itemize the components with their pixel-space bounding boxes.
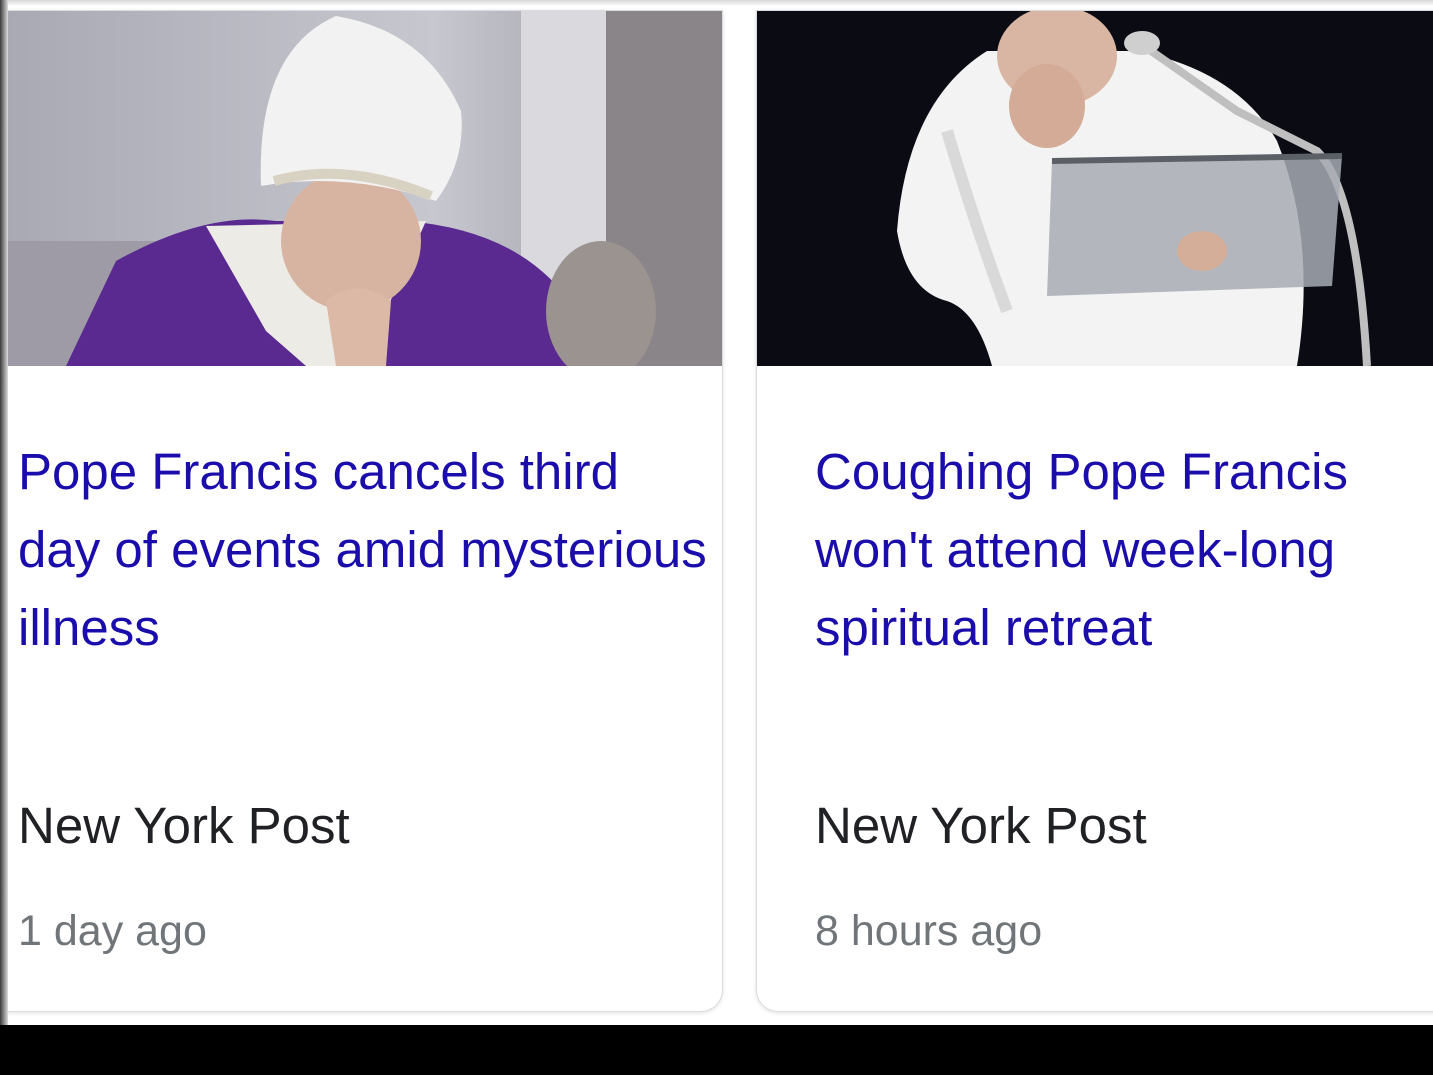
- news-carousel: Pope Francis cancels third day of events…: [0, 0, 1433, 1025]
- news-card-2-age: 8 hours ago: [815, 907, 1043, 955]
- news-card-1-source: New York Post: [18, 797, 350, 854]
- news-card-2-thumbnail[interactable]: [757, 11, 1433, 366]
- news-card-1-age: 1 day ago: [18, 907, 207, 955]
- news-card-2-source: New York Post: [815, 797, 1147, 854]
- news-card-1[interactable]: Pope Francis cancels third day of events…: [6, 10, 723, 1012]
- news-card-1-headline[interactable]: Pope Francis cancels third day of events…: [18, 433, 708, 667]
- news-card-2-headline[interactable]: Coughing Pope Francis won't attend week-…: [815, 433, 1433, 667]
- news-card-2[interactable]: Coughing Pope Francis won't attend week-…: [756, 10, 1433, 1012]
- news-card-1-thumbnail[interactable]: [6, 11, 722, 366]
- left-edge-shadow: [0, 0, 8, 1025]
- top-divider: [0, 0, 1433, 6]
